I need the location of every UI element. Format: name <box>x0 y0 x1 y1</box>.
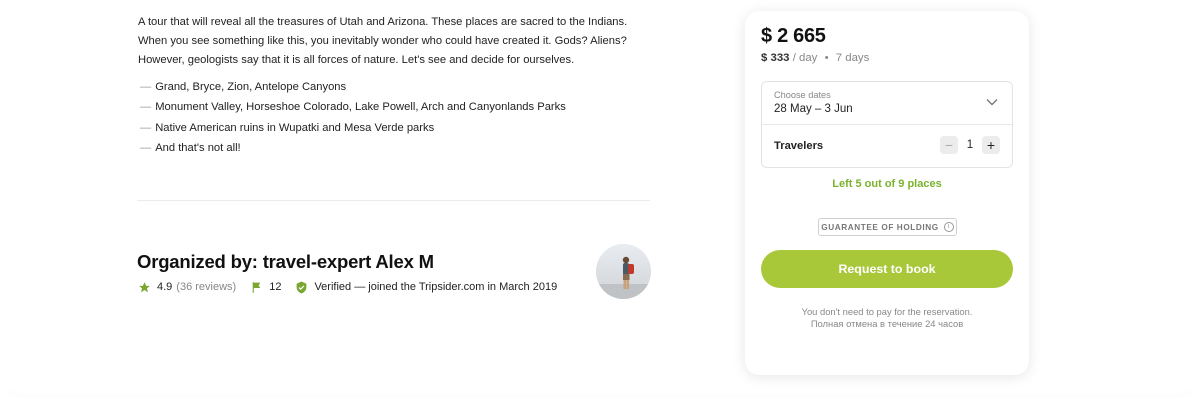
shield-check-icon <box>297 281 307 293</box>
options-divider <box>762 124 1012 125</box>
reviews-link[interactable]: (36 reviews) <box>176 281 236 293</box>
dash: — <box>140 121 152 134</box>
trips-count: 12 <box>269 281 282 293</box>
guarantee-label: GUARANTEE OF HOLDING <box>821 222 939 232</box>
highlight-text: Monument Valley, Horseshoe Colorado, Lak… <box>155 101 566 114</box>
flag-icon <box>252 281 261 293</box>
reservation-note: You don't need to pay for the reservatio… <box>801 306 973 317</box>
organizer-meta: 4.9 (36 reviews) 12 Verified — joined th… <box>138 279 571 295</box>
star-icon <box>139 281 150 292</box>
booking-options: Choose dates 28 May – 3 Jun Travelers − … <box>761 81 1013 168</box>
travelers-label: Travelers <box>774 140 824 152</box>
dash: — <box>140 81 152 93</box>
organizer-rating[interactable]: 4.9 (36 reviews) <box>138 281 236 294</box>
dates-value: 28 May – 3 Jun <box>774 103 853 115</box>
highlight-text: And that's not all! <box>155 141 241 154</box>
info-icon[interactable]: i <box>943 222 954 232</box>
cancellation-note: Полная отмена в течение 24 часов <box>810 318 964 329</box>
highlight-item: — Grand, Bryce, Zion, Antelope Canyons <box>140 78 566 98</box>
chevron-down-icon[interactable] <box>986 98 998 106</box>
tour-description: A tour that will reveal all the treasure… <box>138 16 628 66</box>
rating-value: 4.9 <box>157 281 173 293</box>
request-to-book-button[interactable]: Request to book <box>761 250 1013 288</box>
dash: — <box>140 141 152 154</box>
total-price: $ 2 665 <box>761 25 826 47</box>
per-day-unit: / day <box>792 52 818 64</box>
section-divider <box>137 200 650 201</box>
highlight-item: — And that's not all! <box>140 139 566 159</box>
booking-card: $ 2 665 $ 333 / day • 7 days Choose date… <box>745 11 1029 375</box>
trip-duration: 7 days <box>835 52 870 64</box>
organizer-avatar[interactable] <box>596 244 651 299</box>
price-per-day: $ 333 / day • 7 days <box>761 52 869 64</box>
per-day-amount: $ 333 <box>761 52 790 64</box>
organizer-title: Organized by: travel-expert Alex M <box>137 251 434 272</box>
highlight-text: Native American ruins in Wupatki and Mes… <box>155 121 435 134</box>
highlight-item: — Native American ruins in Wupatki and Me… <box>140 119 566 139</box>
organizer-trips: 12 <box>250 281 281 294</box>
availability-text: Left 5 out of 9 places <box>832 178 942 190</box>
travelers-count: 1 <box>966 139 974 151</box>
traveler-photo <box>596 244 651 299</box>
travelers-decrement-button[interactable]: − <box>940 136 958 154</box>
travelers-increment-button[interactable]: + <box>982 136 1000 154</box>
dates-label: Choose dates <box>774 90 831 100</box>
organizer-verified: Verified — joined the Tripsider.com in M… <box>295 281 557 294</box>
tour-highlights: — Grand, Bryce, Zion, Antelope Canyons — M… <box>140 78 566 159</box>
highlight-text: Grand, Bryce, Zion, Antelope Canyons <box>155 81 347 93</box>
separator-dot: • <box>824 52 829 64</box>
dash: — <box>140 101 152 114</box>
verified-text: Verified — joined the Tripsider.com in M… <box>314 281 558 293</box>
highlight-item: — Monument Valley, Horseshoe Colorado, La… <box>140 98 566 118</box>
guarantee-badge[interactable]: GUARANTEE OF HOLDING i <box>818 218 957 236</box>
